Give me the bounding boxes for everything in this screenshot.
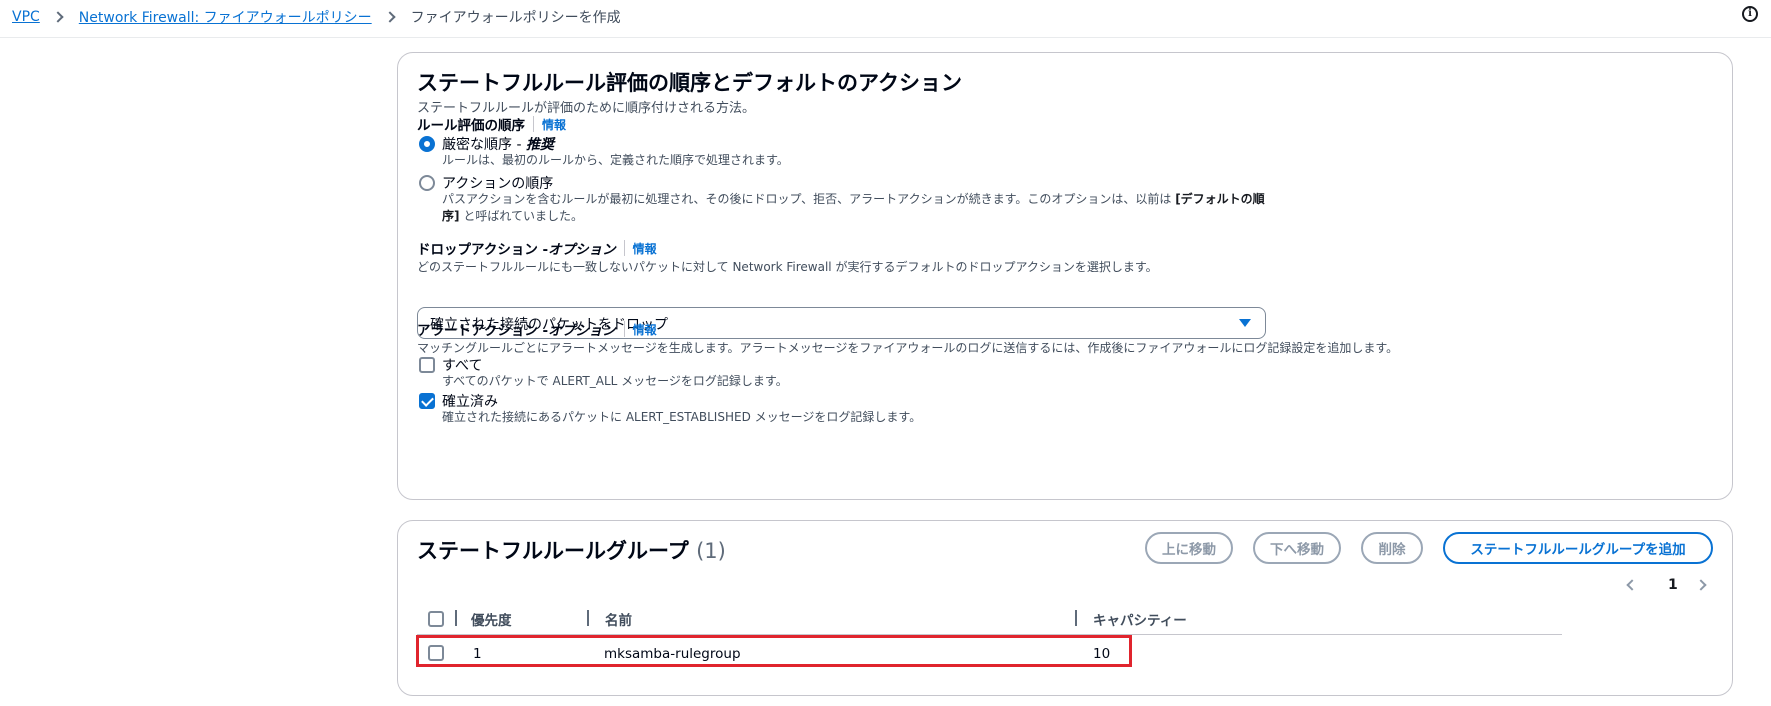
breadcrumb-current: ファイアウォールポリシーを作成 — [410, 10, 621, 26]
move-down-button[interactable]: 下へ移動 — [1253, 532, 1341, 564]
alert-action-info-link[interactable]: 情報 — [633, 321, 657, 338]
alert-all-checkbox[interactable] — [419, 357, 435, 373]
chevron-left-icon[interactable] — [1626, 579, 1638, 591]
select-all-checkbox[interactable] — [428, 611, 444, 627]
breadcrumb: VPC Network Firewall: ファイアウォールポリシー ファイアウ… — [12, 6, 621, 28]
alert-action-desc: マッチングルールごとにアラートメッセージを生成します。アラートメッセージをファイ… — [417, 341, 1399, 355]
alert-action-label: アラートアクション - オプション 情報 — [417, 319, 657, 339]
column-header-capacity[interactable]: キャパシティー — [1093, 609, 1187, 629]
chevron-right-icon[interactable] — [1695, 579, 1707, 591]
chevron-right-icon — [384, 11, 396, 23]
alert-all-desc: すべてのパケットで ALERT_ALL メッセージをログ記録します。 — [442, 374, 788, 388]
rule-order-label: ルール評価の順序 情報 — [417, 114, 566, 134]
column-divider — [1075, 610, 1077, 626]
alert-established-checkbox[interactable] — [419, 393, 435, 409]
strict-order-title: 厳密な順序 - 推奨 — [442, 134, 554, 154]
breadcrumb-link-vpc[interactable]: VPC — [12, 9, 40, 25]
move-up-button[interactable]: 上に移動 — [1145, 532, 1233, 564]
column-header-name[interactable]: 名前 — [605, 609, 632, 629]
optional-label: オプション — [548, 323, 616, 339]
strict-order-desc: ルールは、最初のルールから、定義された順序で処理されます。 — [442, 153, 789, 167]
alert-action-label-text: アラートアクション - — [417, 323, 549, 339]
rule-groups-count: (1) — [696, 539, 726, 563]
divider — [623, 240, 625, 256]
divider — [623, 321, 625, 337]
add-rule-group-button[interactable]: ステートフルルールグループを追加 — [1443, 532, 1713, 564]
action-order-desc-post: と呼ばれていました。 — [459, 209, 583, 223]
chevron-right-icon — [52, 11, 64, 23]
action-order-radio[interactable] — [419, 175, 435, 191]
rule-order-info-link[interactable]: 情報 — [542, 116, 566, 133]
drop-action-info-link[interactable]: 情報 — [633, 240, 657, 257]
alert-all-title: すべて — [442, 358, 483, 374]
optional-label: オプション — [548, 242, 616, 258]
drop-action-label: ドロップアクション - オプション 情報 — [417, 238, 657, 258]
rule-order-panel: ステートフルルール評価の順序とデフォルトのアクション ステートフルルールが評価の… — [397, 52, 1733, 500]
strict-order-radio[interactable] — [419, 136, 435, 152]
header-divider — [0, 37, 1771, 38]
action-order-desc-pre: パスアクションを含むルールが最初に処理され、その後にドロップ、拒否、アラートアク… — [442, 192, 1176, 206]
rule-groups-title-text: ステートフルルールグループ — [417, 539, 689, 563]
column-header-priority[interactable]: 優先度 — [471, 609, 512, 629]
action-order-desc: パスアクションを含むルールが最初に処理され、その後にドロップ、拒否、アラートアク… — [442, 191, 1282, 225]
drop-action-desc: どのステートフルルールにも一致しないパケットに対して Network Firew… — [417, 260, 1158, 274]
alert-established-desc: 確立された接続にあるパケットに ALERT_ESTABLISHED メッセージを… — [442, 410, 922, 424]
page-number[interactable]: 1 — [1668, 577, 1678, 593]
delete-button[interactable]: 削除 — [1361, 532, 1423, 564]
alert-established-title: 確立済み — [442, 394, 498, 410]
rule-order-label-text: ルール評価の順序 — [417, 118, 525, 134]
rule-groups-title: ステートフルルールグループ (1) — [417, 535, 726, 565]
rule-groups-panel: ステートフルルールグループ (1) 上に移動 下へ移動 削除 ステートフルルール… — [397, 520, 1733, 696]
row-highlight-box — [416, 635, 1132, 667]
strict-order-title-text: 厳密な順序 - — [442, 137, 526, 153]
caret-down-icon — [1239, 319, 1251, 327]
panel-title: ステートフルルール評価の順序とデフォルトのアクション — [417, 71, 962, 95]
drop-action-label-text: ドロップアクション - — [417, 242, 549, 258]
column-divider — [455, 610, 457, 626]
breadcrumb-link-firewall-policies[interactable]: Network Firewall: ファイアウォールポリシー — [79, 7, 372, 27]
divider — [533, 116, 534, 132]
info-circle-icon[interactable]: i — [1742, 6, 1758, 22]
column-divider — [587, 610, 589, 626]
action-order-title: アクションの順序 — [442, 176, 554, 192]
recommended-label: 推奨 — [525, 137, 554, 153]
